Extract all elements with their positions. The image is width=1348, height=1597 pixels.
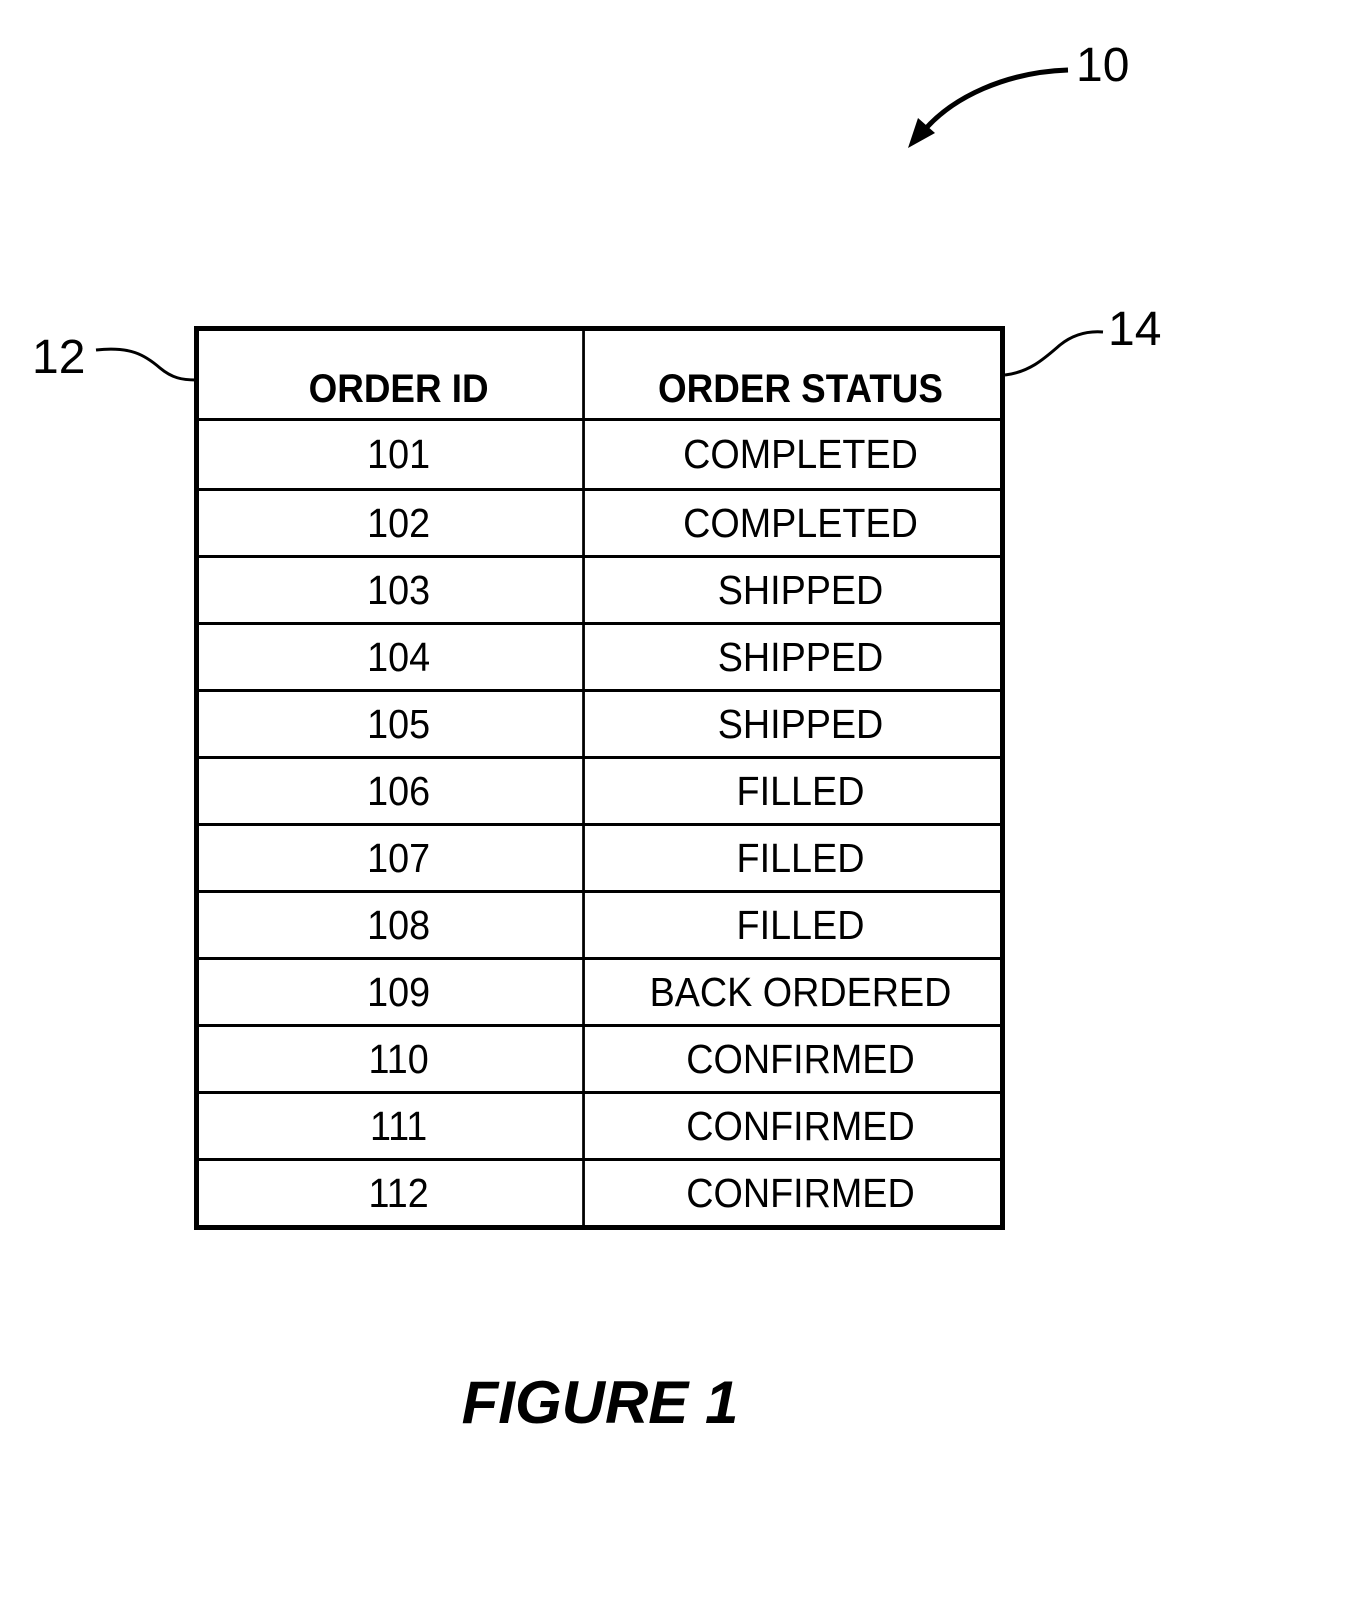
order-table: ORDER ID ORDER STATUS 101 COMPLETED 102 COM…	[194, 326, 1005, 1230]
reference-numeral-10: 10	[1076, 39, 1130, 92]
order-status-cell: COMPLETED	[683, 431, 918, 477]
order-id-cell: 111	[215, 1094, 585, 1158]
figure-arrow	[915, 67, 1069, 140]
reference-numeral-14: 14	[1108, 303, 1162, 356]
order-id-cell: 110	[215, 1027, 585, 1091]
reference-numeral-12: 12	[32, 331, 86, 384]
order-status-cell: SHIPPED	[717, 566, 884, 613]
table-row: 108 FILLED	[199, 890, 1000, 957]
header-order-id: ORDER ID	[215, 331, 585, 418]
figure-caption: FIGURE 1	[461, 1369, 739, 1436]
order-status-cell: FILLED	[736, 834, 865, 881]
table-row: 110 CONFIRMED	[199, 1024, 1000, 1091]
order-id-cell: 112	[215, 1161, 585, 1225]
table-row: 106 FILLED	[199, 756, 1000, 823]
order-status-cell: SHIPPED	[717, 700, 884, 747]
table-row: 112 CONFIRMED	[199, 1158, 1000, 1225]
table-header-row: ORDER ID ORDER STATUS	[199, 331, 1000, 421]
table-row: 102 COMPLETED	[199, 488, 1000, 555]
order-status-cell: SHIPPED	[717, 633, 884, 680]
order-status-cell: FILLED	[736, 767, 865, 814]
table-row: 104 SHIPPED	[199, 622, 1000, 689]
table-row: 111 CONFIRMED	[199, 1091, 1000, 1158]
header-order-status: ORDER STATUS	[658, 367, 943, 411]
table-row: 105 SHIPPED	[199, 689, 1000, 756]
order-id-cell: 104	[215, 625, 585, 689]
order-id-cell: 109	[215, 960, 585, 1024]
order-id-cell: 102	[215, 491, 585, 555]
order-status-cell: CONFIRMED	[686, 1102, 915, 1149]
table-row: 103 SHIPPED	[199, 555, 1000, 622]
order-status-cell: CONFIRMED	[686, 1035, 915, 1082]
order-status-cell: FILLED	[736, 901, 865, 948]
order-status-cell: CONFIRMED	[686, 1169, 915, 1216]
leader-12	[95, 347, 197, 382]
order-id-cell: 108	[215, 893, 585, 957]
leader-14	[1004, 330, 1104, 377]
order-status-cell: BACK ORDERED	[649, 968, 952, 1015]
order-id-cell: 106	[215, 759, 585, 823]
order-id-cell: 101	[215, 421, 585, 488]
order-id-cell: 105	[215, 692, 585, 756]
order-id-cell: 103	[215, 558, 585, 622]
table-row: 107 FILLED	[199, 823, 1000, 890]
table-row: 101 COMPLETED	[199, 421, 1000, 488]
order-id-cell: 107	[215, 826, 585, 890]
order-status-cell: COMPLETED	[683, 499, 918, 546]
table-row: 109 BACK ORDERED	[199, 957, 1000, 1024]
